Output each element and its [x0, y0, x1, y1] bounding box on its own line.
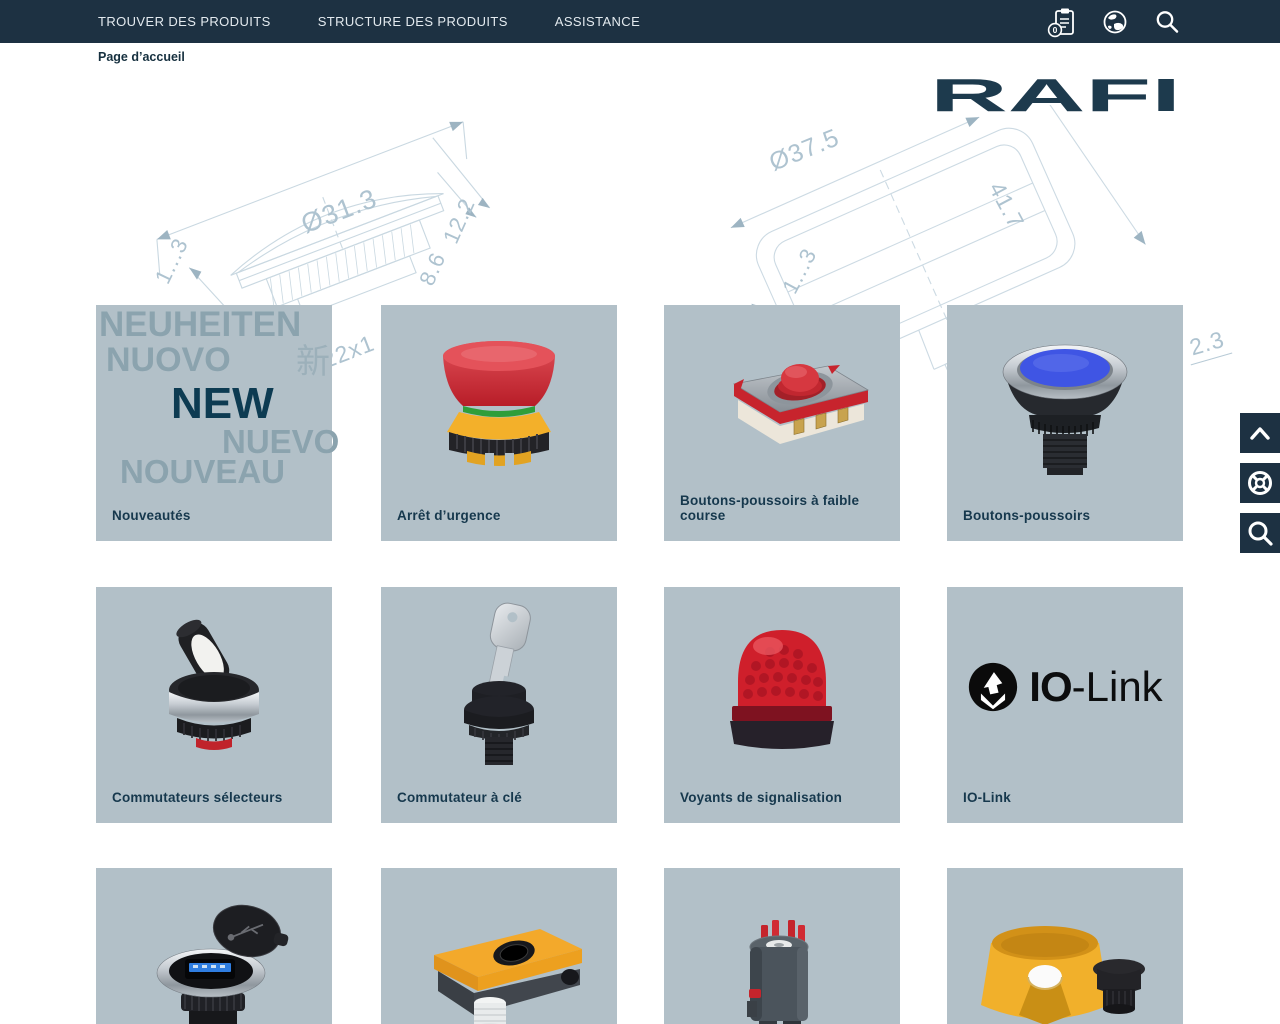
signal-lamp-image — [682, 602, 882, 772]
new-word-german: NEUHEITEN — [99, 307, 301, 342]
chevron-up-icon — [1240, 413, 1280, 453]
usb-socket-image — [109, 881, 319, 1024]
io-link-wordmark: IO-Link — [1029, 666, 1162, 708]
new-word-english: NEW — [171, 382, 274, 426]
nav-item-assistance[interactable]: ASSISTANCE — [555, 14, 640, 29]
new-word-french: NOUVEAU — [120, 455, 285, 488]
search-overlay-button[interactable] — [1240, 513, 1280, 553]
enclosure-image — [394, 881, 604, 1024]
request-list-icon[interactable]: 0 — [1047, 6, 1079, 38]
rafi-logo: RAFI — [930, 74, 1183, 118]
tile-boutons-faible-course[interactable]: Boutons-poussoirs à faible course — [664, 305, 900, 541]
tile-accessories[interactable] — [947, 868, 1183, 1024]
new-words-art: NEUHEITEN NUOVO 新 NEW NUEVO NOUVEAU — [96, 305, 332, 505]
dim-right-diameter: Ø37.5 — [765, 123, 844, 177]
dim-left-dim1: 12.2 — [438, 194, 481, 247]
tile-boutons-poussoirs[interactable]: Boutons-poussoirs — [947, 305, 1183, 541]
dim-left-dim2: 8.6 — [414, 248, 451, 289]
tile-label: Commutateurs sélecteurs — [112, 790, 282, 805]
tile-arret-urgence[interactable]: Arrêt d’urgence — [381, 305, 617, 541]
rafi-logo-text: RAFI — [930, 74, 1181, 118]
scroll-to-top-button[interactable] — [1240, 413, 1280, 453]
blue-pushbutton-image — [965, 320, 1165, 490]
tile-label: IO-Link — [963, 790, 1011, 805]
dim-right-extra: 2.3 — [1183, 325, 1233, 366]
floating-toolbar — [1240, 413, 1280, 553]
selector-switch-image — [114, 602, 314, 772]
tile-label: Boutons-poussoirs à faible course — [680, 493, 900, 523]
tile-yellow-enclosure[interactable] — [381, 868, 617, 1024]
request-count-badge: 0 — [1053, 25, 1058, 35]
rafi-homepage: TROUVER DES PRODUITS STRUCTURE DES PRODU… — [0, 0, 1280, 1024]
search-icon — [1240, 513, 1280, 553]
dim-right-travel: 1...3 — [777, 244, 822, 298]
nav-item-find-products[interactable]: TROUVER DES PRODUITS — [98, 14, 271, 29]
breadcrumb[interactable]: Page d’accueil — [98, 50, 185, 64]
nav-icons: 0 — [1047, 0, 1183, 43]
search-icon[interactable] — [1151, 6, 1183, 38]
tile-commutateurs-selecteurs[interactable]: Commutateurs sélecteurs — [96, 587, 332, 823]
tile-nouveautes[interactable]: NEUHEITEN NUOVO 新 NEW NUEVO NOUVEAU Nouv… — [96, 305, 332, 541]
tile-label: Arrêt d’urgence — [397, 508, 501, 523]
io-link-logo: IO-Link — [967, 661, 1162, 713]
short-travel-switch-image — [682, 320, 882, 490]
emergency-stop-image — [399, 320, 599, 490]
top-navbar: TROUVER DES PRODUITS STRUCTURE DES PRODU… — [0, 0, 1280, 43]
dim-left-diameter: Ø31.3 — [297, 183, 381, 240]
tile-switching-element[interactable] — [664, 868, 900, 1024]
tile-voyants-signalisation[interactable]: Voyants de signalisation — [664, 587, 900, 823]
dim-right-height: 41.7 — [983, 178, 1030, 234]
nav-menu: TROUVER DES PRODUITS STRUCTURE DES PRODU… — [98, 14, 640, 29]
io-link-icon — [967, 661, 1019, 713]
tile-usb-socket[interactable] — [96, 868, 332, 1024]
guard-and-cap-image — [957, 881, 1173, 1024]
key-switch-image — [399, 597, 599, 777]
tile-label: Voyants de signalisation — [680, 790, 842, 805]
lifebuoy-icon — [1240, 463, 1280, 503]
dim-left-travel: 1...3 — [150, 234, 194, 288]
support-contact-button[interactable] — [1240, 463, 1280, 503]
tile-io-link[interactable]: IO-Link IO-Link — [947, 587, 1183, 823]
tile-label: Nouveautés — [112, 508, 191, 523]
nav-item-product-structure[interactable]: STRUCTURE DES PRODUITS — [318, 14, 508, 29]
new-word-chinese: 新 — [296, 345, 330, 379]
tile-commutateur-a-cle[interactable]: Commutateur à clé — [381, 587, 617, 823]
tile-label: Commutateur à clé — [397, 790, 522, 805]
language-globe-icon[interactable] — [1099, 6, 1131, 38]
contact-block-image — [677, 881, 887, 1024]
new-word-italian: NUOVO — [106, 343, 231, 377]
tile-label: Boutons-poussoirs — [963, 508, 1090, 523]
